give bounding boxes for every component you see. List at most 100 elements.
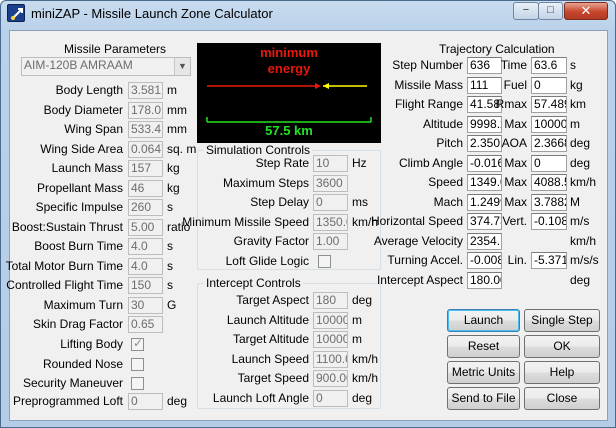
launch-mass-field[interactable]: 157 (128, 160, 163, 177)
send-to-file-button[interactable]: Send to File (447, 387, 520, 410)
preprogrammed-loft-field[interactable]: 0 (128, 393, 163, 410)
controlled-flight-time-label: Controlled Flight Time (6, 278, 123, 292)
close-button[interactable]: Close (524, 387, 600, 410)
pitch-secondary-field[interactable]: 2.3668 (531, 135, 567, 152)
step-delay-field[interactable]: 0 (313, 194, 348, 211)
body-diameter-field[interactable]: 178.0 (128, 102, 163, 119)
mach-field[interactable]: 1.2499 (467, 194, 502, 211)
target-aspect-field[interactable]: 180 (313, 292, 348, 309)
propellant-mass-field[interactable]: 46 (128, 180, 163, 197)
altitude-unit: m (570, 117, 580, 131)
app-window: miniZAP - Missile Launch Zone Calculator… (0, 0, 616, 428)
climb-angle-secondary-field[interactable]: 0 (531, 155, 567, 172)
launch-altitude-field[interactable]: 10000 (313, 311, 348, 329)
security-maneuver-checkbox[interactable] (131, 377, 144, 390)
metric-units-button[interactable]: Metric Units (447, 361, 520, 384)
close-window-button[interactable]: ✕ (564, 2, 608, 20)
altitude-label: Altitude (422, 117, 463, 131)
horizontal-speed-field[interactable]: 374.73 (467, 213, 502, 230)
rounded-nose-checkbox[interactable] (131, 358, 144, 371)
reset-button[interactable]: Reset (447, 335, 520, 358)
gravity-factor-field[interactable]: 1.00 (313, 233, 348, 250)
skin-drag-factor-label: Skin Drag Factor (32, 317, 123, 331)
preprogrammed-loft-unit: deg (167, 394, 188, 408)
speed-field[interactable]: 1349.0 (467, 174, 502, 191)
launch-loft-angle-field[interactable]: 0 (313, 389, 348, 407)
ok-button[interactable]: OK (524, 335, 600, 358)
maximum-steps-field[interactable]: 3600 (313, 174, 348, 192)
maximum-turn-field[interactable]: 30 (128, 297, 163, 314)
body-length-field[interactable]: 3.581 (128, 82, 163, 99)
trajectory-display: minimum energy 57.5 km (197, 43, 381, 143)
launch-mass-unit: kg (167, 161, 180, 175)
missile-select-value: AIM-120B AMRAAM (24, 58, 133, 72)
skin-drag-factor-field[interactable]: 0.65 (128, 316, 163, 333)
launch-loft-angle-unit: deg (352, 390, 373, 405)
flight-range-secondary-field[interactable]: 57.489 (531, 96, 567, 113)
total-motor-burn-time-field[interactable]: 4.0 (128, 258, 163, 275)
single-step-button[interactable]: Single Step (524, 309, 600, 332)
average-velocity-unit: km/h (570, 234, 597, 248)
help-button[interactable]: Help (524, 361, 600, 384)
display-range-text: 57.5 km (265, 123, 313, 138)
maximize-button[interactable]: □ (538, 2, 563, 20)
missile-mass-unit: kg (570, 78, 583, 92)
boost-burn-time-label: Boost Burn Time (34, 239, 123, 253)
launch-button[interactable]: Launch (447, 309, 520, 332)
mach-secondary-label: Max (504, 195, 527, 209)
propellant-mass-label: Propellant Mass (36, 181, 123, 195)
wing-side-area-field[interactable]: 0.0647 (128, 141, 163, 158)
climb-angle-unit: deg (570, 156, 591, 170)
lifting-body-label: Lifting Body (60, 337, 123, 351)
altitude-field[interactable]: 9998.2 (467, 116, 502, 133)
altitude-secondary-field[interactable]: 10000 (531, 116, 567, 133)
title-bar[interactable]: miniZAP - Missile Launch Zone Calculator… (1, 1, 615, 27)
launch-speed-field[interactable]: 1100.0 (313, 350, 348, 368)
minimum-missile-speed-field[interactable]: 1350.0 (313, 213, 348, 231)
step-number-secondary-field[interactable]: 63.6 (531, 57, 567, 74)
missile-select[interactable]: AIM-120B AMRAAM ▼ (21, 57, 191, 76)
speed-secondary-field[interactable]: 4088.5 (531, 174, 567, 191)
launch-altitude-unit: m (352, 312, 362, 327)
wing-span-unit: mm (167, 122, 187, 136)
security-maneuver-label: Security Maneuver (22, 376, 123, 390)
target-altitude-label: Target Altitude (232, 332, 309, 346)
target-altitude-field[interactable]: 10000 (313, 331, 348, 348)
pitch-field[interactable]: 2.3501 (467, 135, 502, 152)
wing-side-area-label: Wing Side Area (40, 142, 123, 156)
step-number-field[interactable]: 636 (467, 57, 502, 74)
turning-accel-secondary-field[interactable]: -5.3715 (531, 252, 567, 269)
chevron-down-icon[interactable]: ▼ (174, 58, 190, 75)
launch-altitude-label: Launch Altitude (226, 312, 309, 327)
boost-burn-time-field[interactable]: 4.0 (128, 238, 163, 255)
horizontal-speed-secondary-field[interactable]: -0.1089 (531, 213, 567, 230)
step-rate-field[interactable]: 10 (313, 155, 348, 172)
controlled-flight-time-field[interactable]: 150 (128, 277, 163, 294)
intercept-aspect-field[interactable]: 180.00 (467, 272, 502, 289)
maximum-turn-unit: G (167, 298, 177, 312)
wing-span-field[interactable]: 533.4 (128, 121, 163, 138)
body-diameter-unit: mm (167, 103, 187, 117)
gravity-factor-label: Gravity Factor (233, 234, 309, 248)
target-speed-field[interactable]: 900.00 (313, 370, 348, 387)
turning-accel-field[interactable]: -0.0083 (467, 252, 502, 269)
target-aspect-label: Target Aspect (236, 293, 309, 307)
preprogrammed-loft-label: Preprogrammed Loft (12, 394, 123, 408)
mach-secondary-field[interactable]: 3.7882 (531, 194, 567, 211)
turning-accel-secondary-label: Lin. (507, 253, 527, 267)
pitch-unit: deg (570, 136, 591, 150)
step-delay-label: Step Delay (250, 195, 309, 209)
mach-unit: M (570, 195, 580, 209)
loft-glide-logic-checkbox[interactable] (318, 255, 331, 268)
boost-sustain-thrust-field[interactable]: 5.00 (128, 219, 163, 236)
minimize-button[interactable]: − (513, 2, 539, 20)
specific-impulse-field[interactable]: 260 (128, 199, 163, 216)
climb-angle-field[interactable]: -0.0160 (467, 155, 502, 172)
missile-mass-field[interactable]: 111 (467, 77, 502, 94)
turning-accel-unit: m/s/s (570, 253, 599, 267)
missile-mass-secondary-field[interactable]: 0 (531, 77, 567, 94)
lifting-body-checkbox[interactable]: ✓ (131, 336, 144, 351)
average-velocity-field[interactable]: 2354.1 (467, 233, 502, 250)
speed-label: Speed (428, 175, 463, 189)
flight-range-label: Flight Range (394, 97, 463, 111)
